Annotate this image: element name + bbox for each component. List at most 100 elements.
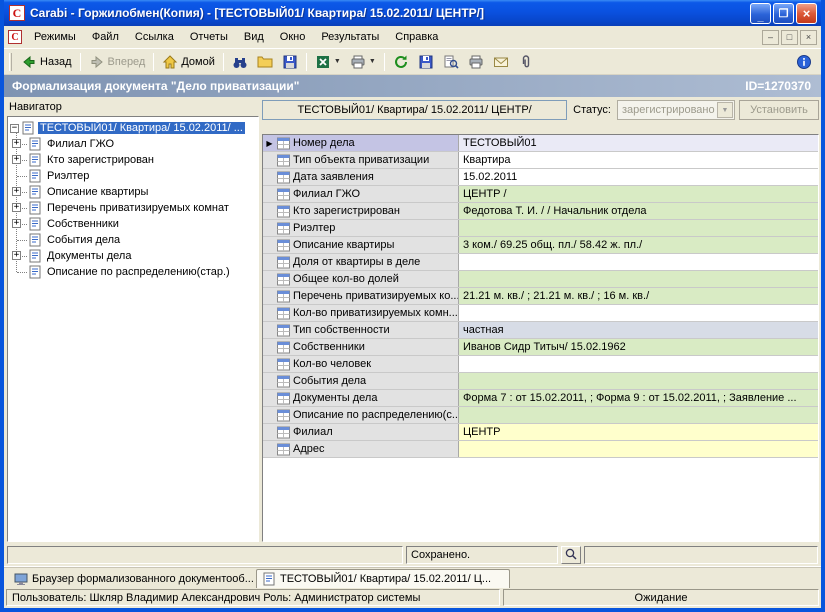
field-label-cell: Общее кол-во долей: [263, 271, 459, 287]
expand-icon[interactable]: +: [12, 219, 21, 228]
document-node-icon: [29, 265, 42, 279]
menu-item-view[interactable]: Вид: [236, 28, 272, 46]
field-value[interactable]: [459, 305, 818, 321]
mdi-close-button[interactable]: ×: [800, 30, 817, 45]
field-value[interactable]: 15.02.2011: [459, 169, 818, 185]
tree-item[interactable]: События дела: [16, 232, 256, 248]
field-value[interactable]: Федотова Т. И. / / Начальник отдела: [459, 203, 818, 219]
grid-row[interactable]: Кол-во приватизируемых комн...: [263, 305, 818, 322]
field-icon: [277, 307, 290, 320]
menu-item-file[interactable]: Файл: [84, 28, 127, 46]
field-value[interactable]: [459, 271, 818, 287]
info-button[interactable]: [792, 52, 816, 72]
menu-item-modes[interactable]: Режимы: [26, 28, 84, 46]
grid-row[interactable]: Адрес: [263, 441, 818, 458]
forward-button[interactable]: Вперед: [85, 52, 150, 72]
grid-row[interactable]: СобственникиИванов Сидр Титыч/ 15.02.196…: [263, 339, 818, 356]
tab-document[interactable]: ТЕСТОВЫЙ01/ Квартира/ 15.02.2011/ Ц...: [256, 569, 510, 588]
home-button[interactable]: Домой: [158, 52, 219, 72]
navigator-panel: Навигатор − ТЕСТОВЫЙ01/ Квартира/ 15.02.…: [7, 100, 259, 542]
tree-item[interactable]: +Перечень приватизируемых комнат: [16, 200, 256, 216]
tree-item[interactable]: +Кто зарегистрирован: [16, 152, 256, 168]
print-button[interactable]: [464, 52, 488, 72]
field-value[interactable]: [459, 407, 818, 423]
attach-button[interactable]: [514, 52, 538, 72]
menu-item-window[interactable]: Окно: [272, 28, 314, 46]
search-button[interactable]: [228, 52, 252, 72]
back-button[interactable]: Назад: [17, 52, 76, 72]
field-value[interactable]: [459, 373, 818, 389]
grid-row[interactable]: Документы делаФорма 7 : от 15.02.2011, ;…: [263, 390, 818, 407]
expand-icon[interactable]: +: [12, 203, 21, 212]
mdi-restore-button[interactable]: □: [781, 30, 798, 45]
chevron-down-icon[interactable]: ▼: [717, 102, 733, 118]
excel-export-button[interactable]: ▼: [311, 52, 345, 72]
grid-row[interactable]: ▶Номер делаТЕСТОВЫЙ01: [263, 135, 818, 152]
mdi-minimize-button[interactable]: –: [762, 30, 779, 45]
grid-row[interactable]: Дата заявления15.02.2011: [263, 169, 818, 186]
grid-row[interactable]: ФилиалЦЕНТР: [263, 424, 818, 441]
field-value[interactable]: ТЕСТОВЫЙ01: [459, 135, 818, 151]
menu-item-help[interactable]: Справка: [387, 28, 446, 46]
tab-browser[interactable]: Браузер формализованного документооб...: [8, 569, 254, 588]
grid-row[interactable]: Перечень приватизируемых ко...21.21 м. к…: [263, 288, 818, 305]
minimize-button[interactable]: _: [750, 3, 771, 24]
field-value[interactable]: 21.21 м. кв./ ; 21.21 м. кв./ ; 16 м. кв…: [459, 288, 818, 304]
grid-row[interactable]: Филиал ГЖОЦЕНТР /: [263, 186, 818, 203]
close-button[interactable]: ×: [796, 3, 817, 24]
refresh-button[interactable]: [389, 52, 413, 72]
restore-button[interactable]: ❐: [773, 3, 794, 24]
tree-item[interactable]: +Собственники: [16, 216, 256, 232]
tree-item[interactable]: Риэлтер: [16, 168, 256, 184]
menu-item-link[interactable]: Ссылка: [127, 28, 182, 46]
menu-item-reports[interactable]: Отчеты: [182, 28, 236, 46]
field-value[interactable]: Форма 7 : от 15.02.2011, ; Форма 9 : от …: [459, 390, 818, 406]
grid-row[interactable]: Кто зарегистрированФедотова Т. И. / / На…: [263, 203, 818, 220]
tree-root[interactable]: − ТЕСТОВЫЙ01/ Квартира/ 15.02.2011/ ...: [10, 120, 256, 136]
field-value[interactable]: [459, 220, 818, 236]
grid-row[interactable]: Кол-во человек: [263, 356, 818, 373]
grid-row[interactable]: Тип объекта приватизацииКвартира: [263, 152, 818, 169]
grid-row[interactable]: Риэлтер: [263, 220, 818, 237]
grid-row[interactable]: Описание квартиры3 ком./ 69.25 общ. пл./…: [263, 237, 818, 254]
save-button-2[interactable]: [414, 52, 438, 72]
tree-item[interactable]: Описание по распределению(стар.): [16, 264, 256, 280]
status-combobox[interactable]: зарегистрировано ▼: [617, 100, 735, 120]
set-status-button[interactable]: Установить: [739, 100, 819, 120]
field-value[interactable]: ЦЕНТР: [459, 424, 818, 440]
field-value[interactable]: [459, 254, 818, 270]
field-value[interactable]: частная: [459, 322, 818, 338]
inspect-button[interactable]: [561, 546, 581, 564]
menu-item-results[interactable]: Результаты: [313, 28, 387, 46]
tree-item-label: Филиал ГЖО: [45, 138, 116, 150]
expand-icon[interactable]: +: [12, 251, 21, 260]
tree-item[interactable]: +Филиал ГЖО: [16, 136, 256, 152]
grid-row[interactable]: Тип собственностичастная: [263, 322, 818, 339]
grid-row[interactable]: Доля от квартиры в деле: [263, 254, 818, 271]
toolbar-grip[interactable]: [9, 53, 12, 71]
field-label-cell: Кто зарегистрирован: [263, 203, 459, 219]
expand-icon[interactable]: +: [12, 187, 21, 196]
field-value[interactable]: ЦЕНТР /: [459, 186, 818, 202]
save-floppy-icon: [282, 54, 298, 70]
tree-item-label: События дела: [45, 234, 122, 246]
tree-item-label: Собственники: [45, 218, 121, 230]
tree-item[interactable]: +Описание квартиры: [16, 184, 256, 200]
print-export-button[interactable]: ▼: [346, 52, 380, 72]
save-button[interactable]: [278, 52, 302, 72]
collapse-icon[interactable]: −: [10, 124, 19, 133]
field-value[interactable]: Квартира: [459, 152, 818, 168]
mail-button[interactable]: [489, 52, 513, 72]
field-value[interactable]: [459, 441, 818, 457]
expand-icon[interactable]: +: [12, 155, 21, 164]
open-button[interactable]: [253, 52, 277, 72]
field-value[interactable]: 3 ком./ 69.25 общ. пл./ 58.42 ж. пл./: [459, 237, 818, 253]
grid-row[interactable]: Общее кол-во долей: [263, 271, 818, 288]
field-value[interactable]: [459, 356, 818, 372]
tree-item[interactable]: +Документы дела: [16, 248, 256, 264]
expand-icon[interactable]: +: [12, 139, 21, 148]
grid-row[interactable]: События дела: [263, 373, 818, 390]
field-value[interactable]: Иванов Сидр Титыч/ 15.02.1962: [459, 339, 818, 355]
grid-row[interactable]: Описание по распределению(с...: [263, 407, 818, 424]
preview-button[interactable]: [439, 52, 463, 72]
